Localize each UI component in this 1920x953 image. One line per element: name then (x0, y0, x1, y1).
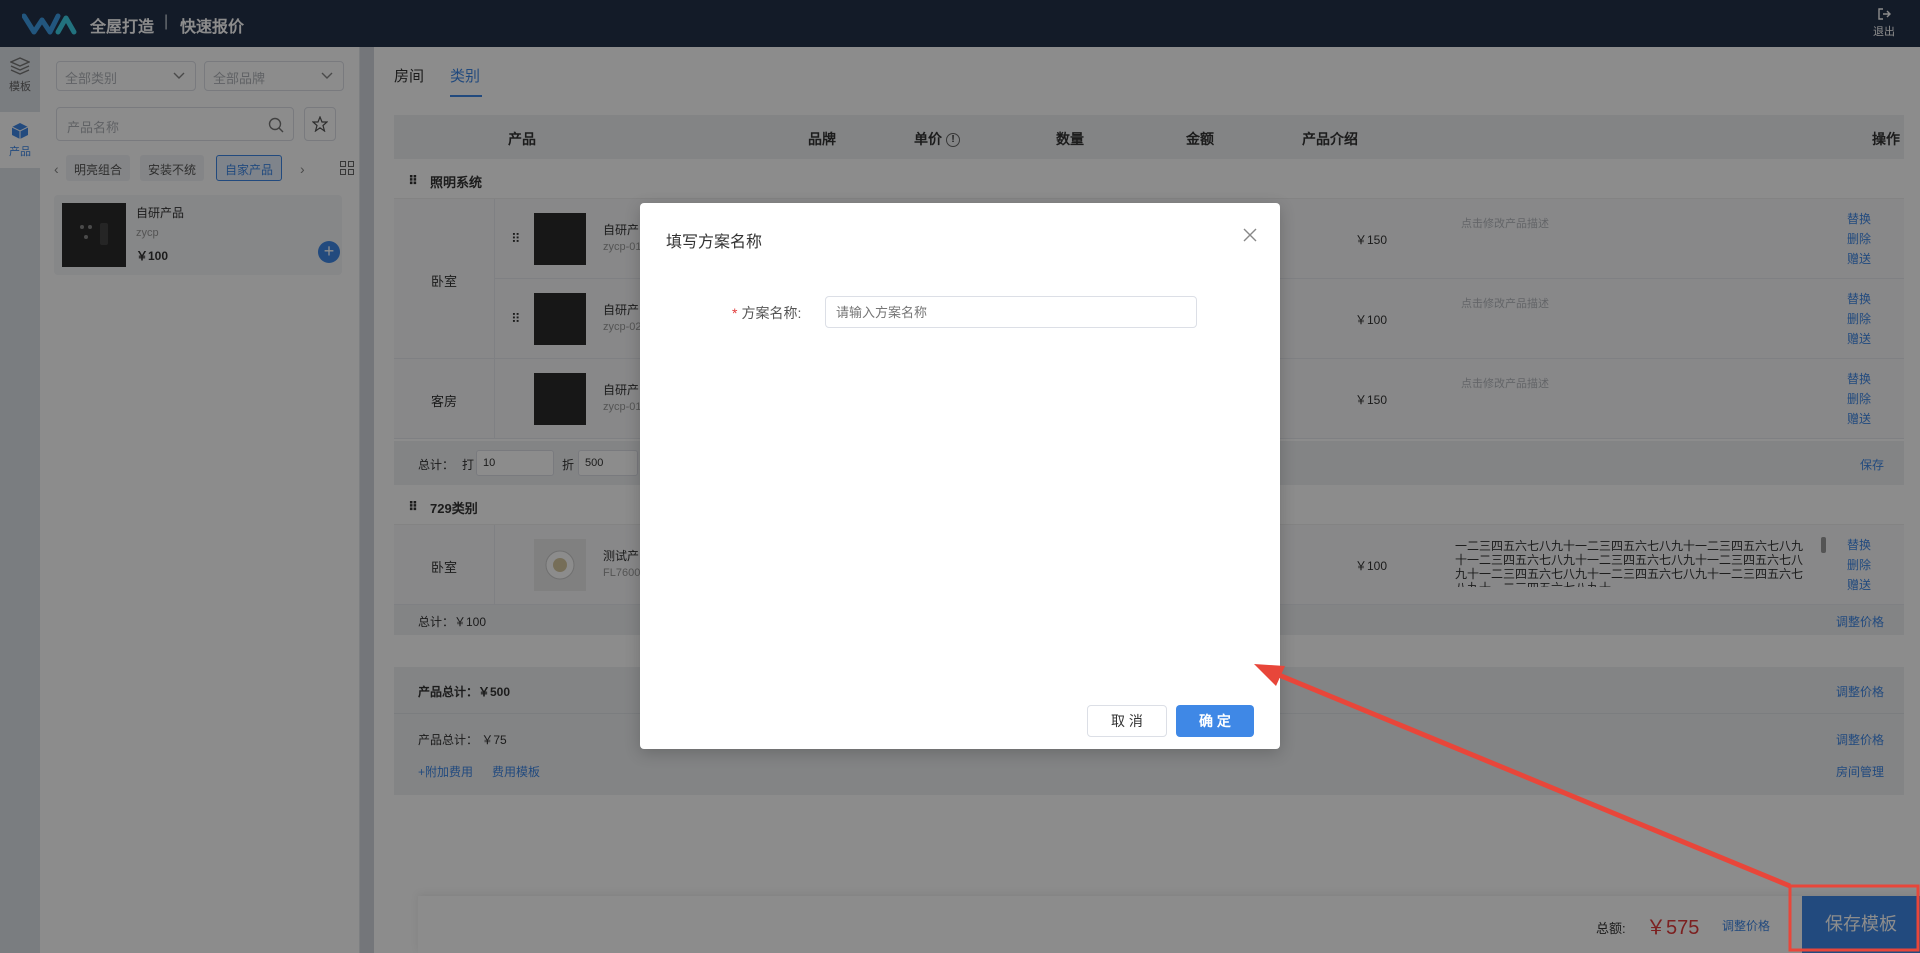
confirm-button[interactable]: 确 定 (1176, 705, 1254, 737)
scheme-name-label: * 方案名称: (732, 303, 801, 323)
cancel-button[interactable]: 取 消 (1087, 705, 1167, 737)
required-mark: * (732, 305, 738, 321)
scheme-name-dialog: 填写方案名称 *方案名称: 取 消 确 定 (640, 203, 1280, 749)
scheme-name-label-text: 方案名称: (741, 305, 802, 321)
scheme-name-input[interactable] (825, 296, 1197, 328)
dialog-title: 填写方案名称 (666, 234, 763, 251)
close-icon[interactable] (1242, 227, 1258, 243)
